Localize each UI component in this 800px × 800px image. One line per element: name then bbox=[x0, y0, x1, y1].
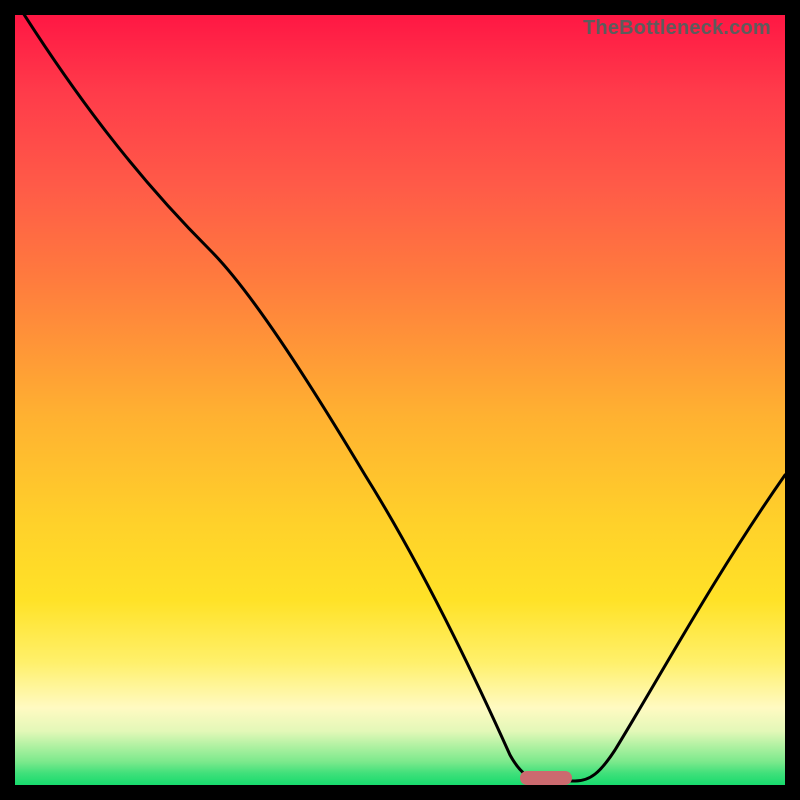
optimal-marker bbox=[520, 771, 572, 785]
bottleneck-curve bbox=[15, 15, 785, 785]
plot-area: TheBottleneck.com bbox=[15, 15, 785, 785]
chart-frame: TheBottleneck.com bbox=[0, 0, 800, 800]
watermark-text: TheBottleneck.com bbox=[583, 17, 771, 40]
curve-path bbox=[18, 15, 785, 781]
